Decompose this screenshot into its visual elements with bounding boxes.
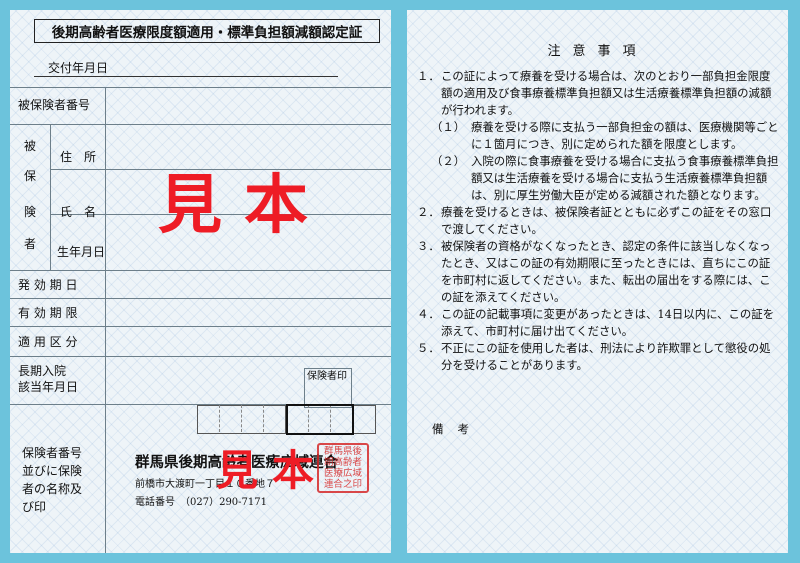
insurer-number-check-boxes [286,404,354,435]
insurer-label-line: 並びに保険 [22,464,83,478]
valid-until-label: 有 効 期 限 [18,306,78,320]
certificate-front: 後期高齢者医療限度額適用・標準負担額減額認定証 交付年月日 被保険者番号 被 保… [10,10,391,553]
note-subitem: （２） 入院の際に食事療養を受ける場合に支払う食事療養標準負担額又は生活療養を受け… [431,154,779,202]
certificate-back: 注意事項 １． この証によって療養を受ける場合は、次のとおり一部負担金限度額の適用… [407,10,788,553]
insured-vertical-char: 険 [23,205,36,219]
sample-watermark-small: 見本 [216,446,329,495]
issue-date-label: 交付年月日 [48,61,109,75]
insurer-phone: 電話番号 （027）290-7171 [135,497,268,508]
note-item: ４． この証の記載事項に変更があったときは、14日以内に、この証を添えて、市町村に… [417,307,775,338]
issue-date-line [34,76,338,77]
note-item: ５． 不正にこの証を使用した者は、刑法により詐欺罪として懲役の処分を受けることがあ… [417,341,771,372]
address-label: 住 所 [60,150,97,164]
long-term-label: 長期入院 [18,364,67,378]
effective-from-label: 発 効 期 日 [18,278,78,292]
birthdate-label: 生年月日 [57,245,106,259]
notes-list: １． この証によって療養を受ける場合は、次のとおり一部負担金限度額の適用及び食事療… [417,68,779,374]
note-subitem: （１） 療養を受ける際に支払う一部負担金の額は、医療機関等ごとに１箇月につき、別に… [431,120,779,151]
notes-title: 注意事項 [547,44,648,59]
note-item: ３． 被保険者の資格がなくなったとき、認定の条件に該当しなくなったとき、又はこの証… [417,239,771,304]
insured-vertical-char: 保 [23,169,36,183]
long-term-date-label: 該当年月日 [18,380,79,394]
remarks-label: 備考 [432,422,483,436]
note-item: ２． 療養を受けるときは、被保険者証とともに必ずこの証をその窓口で渡してください。 [417,205,772,236]
insured-number-label: 被保険者番号 [18,98,91,112]
category-label: 適 用 区 分 [18,335,78,349]
insured-vertical-char: 被 [23,139,36,153]
insurer-seal-label: 保険者印 [307,371,347,382]
note-item: １． この証によって療養を受ける場合は、次のとおり一部負担金限度額の適用及び食事療… [417,69,772,117]
insured-vertical-char: 者 [23,237,36,251]
sample-watermark: 見本 [158,169,330,243]
insurer-label-line: び印 [22,500,47,514]
insurer-label-line: 者の名称及 [22,482,83,496]
insurer-label-line: 保険者番号 [22,446,83,460]
certificate-title: 後期高齢者医療限度額適用・標準負担額減額認定証 [34,19,380,43]
name-label: 氏 名 [60,205,97,219]
